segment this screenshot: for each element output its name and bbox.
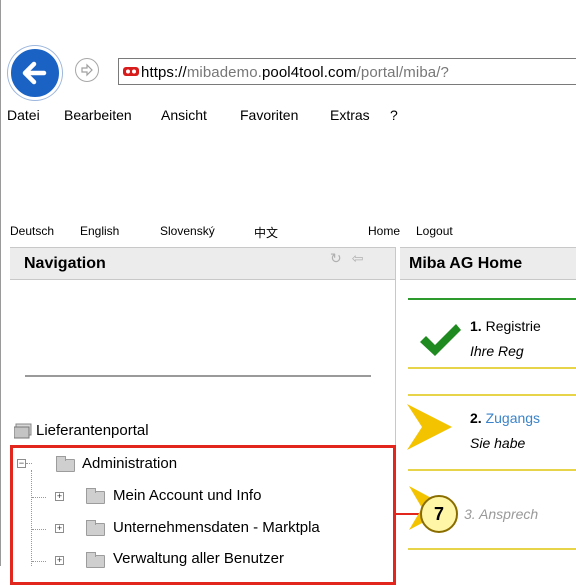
menu-bar: Datei Bearbeiten Ansicht Favoriten Extra… bbox=[0, 104, 576, 126]
nav-separator bbox=[25, 375, 371, 377]
lang-english[interactable]: English bbox=[80, 224, 119, 238]
forward-arrow-icon bbox=[81, 63, 93, 77]
step-divider bbox=[408, 548, 576, 550]
step-2-subtitle: Sie habe bbox=[470, 435, 526, 451]
address-bar[interactable]: https://mibademo.pool4tool.com/portal/mi… bbox=[118, 58, 576, 85]
step-divider bbox=[408, 469, 576, 471]
main-title: Miba AG Home bbox=[409, 255, 523, 272]
logout-link[interactable]: Logout bbox=[416, 224, 453, 238]
nav-header-icons: ↻ ⇦ bbox=[330, 250, 363, 267]
step-1-title[interactable]: 1. Registrie bbox=[470, 318, 541, 334]
lang-chinese[interactable]: 中文 bbox=[254, 224, 278, 241]
back-arrow-icon bbox=[22, 61, 47, 85]
url-text: https://mibademo.pool4tool.com/portal/mi… bbox=[141, 64, 449, 81]
menu-favoriten[interactable]: Favoriten bbox=[240, 107, 298, 123]
step-1-subtitle: Ihre Reg bbox=[470, 343, 524, 359]
lang-slovensky[interactable]: Slovenský bbox=[160, 224, 215, 238]
step-divider bbox=[408, 394, 576, 396]
menu-ansicht[interactable]: Ansicht bbox=[161, 107, 207, 123]
navigation-header: Navigation ↻ ⇦ bbox=[10, 247, 396, 280]
navigation-title: Navigation bbox=[24, 255, 106, 272]
forward-button[interactable] bbox=[75, 58, 99, 82]
main-header: Miba AG Home bbox=[400, 247, 576, 280]
step-divider bbox=[408, 367, 576, 369]
lang-deutsch[interactable]: Deutsch bbox=[10, 224, 54, 238]
refresh-icon[interactable]: ↻ bbox=[330, 250, 342, 266]
folder-stack-icon bbox=[14, 423, 32, 439]
checkmark-icon bbox=[420, 324, 461, 356]
menu-datei[interactable]: Datei bbox=[7, 107, 40, 123]
arrow-right-icon bbox=[407, 404, 452, 450]
highlight-box bbox=[10, 445, 396, 585]
menu-extras[interactable]: Extras bbox=[330, 107, 370, 123]
step-divider bbox=[408, 298, 576, 300]
home-link[interactable]: Home bbox=[368, 224, 400, 238]
step-2-title[interactable]: 2. Zugangs bbox=[470, 410, 540, 426]
callout-badge: 7 bbox=[420, 495, 458, 533]
window-edge bbox=[0, 0, 1, 566]
menu-help[interactable]: ? bbox=[390, 107, 398, 123]
back-button[interactable] bbox=[8, 46, 62, 100]
tree-root-label: Lieferantenportal bbox=[36, 422, 149, 439]
step-3-title[interactable]: 3. Ansprech bbox=[464, 506, 538, 522]
security-shield-icon bbox=[123, 67, 139, 76]
menu-bearbeiten[interactable]: Bearbeiten bbox=[64, 107, 132, 123]
collapse-left-icon[interactable]: ⇦ bbox=[352, 250, 364, 266]
